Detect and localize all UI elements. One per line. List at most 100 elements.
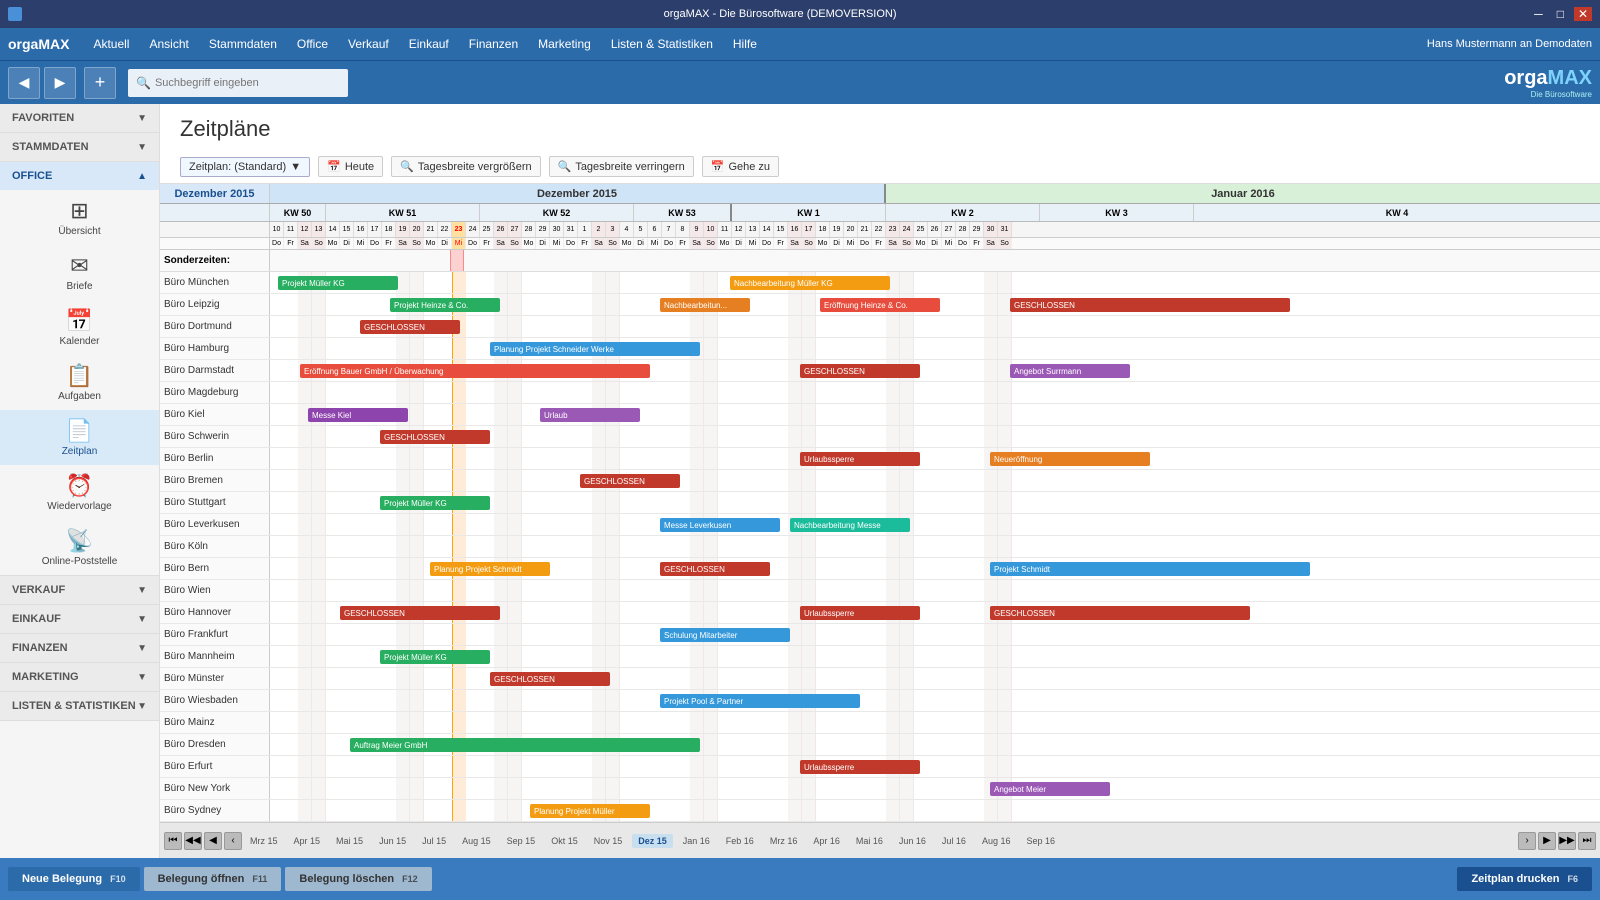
menu-ansicht[interactable]: Ansicht — [139, 33, 198, 55]
gantt-bar[interactable]: Eröffnung Heinze & Co. — [820, 298, 940, 312]
sidebar-header-verkauf[interactable]: VERKAUF ▼ — [0, 576, 159, 604]
scroll-next-many-btn[interactable]: ▶▶ — [1558, 832, 1576, 850]
gantt-bar[interactable]: Eröffnung Bauer GmbH / Überwachung — [300, 364, 650, 378]
menu-aktuell[interactable]: Aktuell — [83, 33, 139, 55]
day-header-cell: 12 — [298, 222, 312, 237]
belegung-oeffnen-button[interactable]: Belegung öffnen F11 — [144, 867, 282, 891]
sidebar-item-wiedervorlage[interactable]: ⏰ Wiedervorlage — [0, 465, 159, 520]
gantt-scrollbar[interactable]: ⏮ ◀◀ ◀ ‹ Mrz 15 Apr 15 Mai 15 Jun 15 Jul… — [160, 822, 1600, 858]
gantt-bar[interactable]: Planung Projekt Schneider Werke — [490, 342, 700, 356]
gantt-bar[interactable]: Urlaubssperre — [800, 452, 920, 466]
sidebar-header-finanzen[interactable]: FINANZEN ▼ — [0, 634, 159, 662]
gantt-container[interactable]: Dezember 2015 Dezember 2015 Januar 2016 — [160, 184, 1600, 822]
sidebar-item-online-poststelle[interactable]: 📡 Online-Poststelle — [0, 520, 159, 575]
gantt-bar[interactable]: Angebot Surrmann — [1010, 364, 1130, 378]
gantt-bar[interactable]: Urlaub — [540, 408, 640, 422]
add-button[interactable]: + — [84, 67, 116, 99]
gantt-bar[interactable]: Planung Projekt Müller — [530, 804, 650, 818]
sidebar-header-office[interactable]: OFFICE ▲ — [0, 162, 159, 190]
sidebar-header-marketing[interactable]: MARKETING ▼ — [0, 663, 159, 691]
dow-header-cell: Sa — [984, 238, 998, 249]
gantt-bar[interactable]: Urlaubssperre — [800, 606, 920, 620]
sidebar-header-einkauf[interactable]: EINKAUF ▼ — [0, 605, 159, 633]
gantt-bar[interactable]: Auftrag Meier GmbH — [350, 738, 700, 752]
scroll-first-btn[interactable]: ⏮ — [164, 832, 182, 850]
heute-button[interactable]: 📅 Heute — [318, 156, 383, 177]
heute-label: Heute — [345, 161, 374, 173]
zoom-out-button[interactable]: 🔍 Tagesbreite verringern — [549, 156, 694, 177]
sidebar-item-kalender[interactable]: 📅 Kalender — [0, 300, 159, 355]
menu-listen[interactable]: Listen & Statistiken — [601, 33, 723, 55]
gantt-bar[interactable]: GESCHLOSSEN — [490, 672, 610, 686]
sidebar-header-favoriten[interactable]: FAVORITEN ▼ — [0, 104, 159, 132]
scroll-prev-many-btn[interactable]: ◀◀ — [184, 832, 202, 850]
day-header-cell: 12 — [732, 222, 746, 237]
gantt-bar[interactable]: GESCHLOSSEN — [660, 562, 770, 576]
scroll-next-small-btn[interactable]: › — [1518, 832, 1536, 850]
menu-stammdaten[interactable]: Stammdaten — [199, 33, 287, 55]
gantt-bar[interactable]: Planung Projekt Schmidt — [430, 562, 550, 576]
gantt-bar[interactable]: Projekt Müller KG — [278, 276, 398, 290]
menu-verkauf[interactable]: Verkauf — [338, 33, 399, 55]
gantt-bar[interactable]: GESCHLOSSEN — [380, 430, 490, 444]
dow-header-cell: Do — [858, 238, 872, 249]
gantt-bar[interactable]: Projekt Schmidt — [990, 562, 1310, 576]
close-btn[interactable]: ✕ — [1574, 7, 1592, 21]
gantt-bar[interactable]: Nachbearbeitung Messe — [790, 518, 910, 532]
sidebar-header-stammdaten[interactable]: STAMMDATEN ▼ — [0, 133, 159, 161]
sidebar-header-listen[interactable]: LISTEN & STATISTIKEN ▼ — [0, 692, 159, 720]
belegung-loeschen-button[interactable]: Belegung löschen F12 — [285, 867, 431, 891]
gantt-bar[interactable]: GESCHLOSSEN — [800, 364, 920, 378]
sidebar-item-aufgaben[interactable]: 📋 Aufgaben — [0, 355, 159, 410]
forward-button[interactable]: ▶ — [44, 67, 76, 99]
gantt-bar[interactable]: Projekt Müller KG — [380, 496, 490, 510]
gantt-bar[interactable]: Projekt Pool & Partner — [660, 694, 860, 708]
zeitplan-drucken-button[interactable]: Zeitplan drucken F6 — [1457, 867, 1592, 891]
scroll-next-btn[interactable]: ▶ — [1538, 832, 1556, 850]
search-input[interactable] — [155, 77, 335, 89]
gantt-bar[interactable]: Nachbearbeitung Müller KG — [730, 276, 890, 290]
menu-hilfe[interactable]: Hilfe — [723, 33, 767, 55]
brand-logo[interactable]: orgaMAX — [8, 36, 69, 52]
neue-belegung-button[interactable]: Neue Belegung F10 — [8, 867, 140, 891]
uebersicht-icon: ⊞ — [70, 198, 88, 224]
sonderzeiten-label: Sonderzeiten: — [160, 250, 270, 271]
gantt-bar[interactable]: Schulung Mitarbeiter — [660, 628, 790, 642]
scroll-last-btn[interactable]: ⏭ — [1578, 832, 1596, 850]
sidebar-item-zeitplan[interactable]: 📄 Zeitplan — [0, 410, 159, 465]
back-button[interactable]: ◀ — [8, 67, 40, 99]
gantt-bar[interactable]: Projekt Müller KG — [380, 650, 490, 664]
dow-header-cell: So — [312, 238, 326, 249]
gantt-bar[interactable]: Urlaubssperre — [800, 760, 920, 774]
day-header-cell: 16 — [788, 222, 802, 237]
zeitplan-select[interactable]: Zeitplan: (Standard) ▼ — [180, 157, 310, 177]
gantt-bar[interactable]: GESCHLOSSEN — [1010, 298, 1290, 312]
maximize-btn[interactable]: □ — [1553, 7, 1568, 21]
menu-office[interactable]: Office — [287, 33, 338, 55]
day-header-cell: 10 — [270, 222, 284, 237]
gantt-bar[interactable]: Projekt Heinze & Co. — [390, 298, 500, 312]
menu-marketing[interactable]: Marketing — [528, 33, 601, 55]
gantt-bar[interactable]: GESCHLOSSEN — [340, 606, 500, 620]
kw51: KW 51 — [326, 204, 480, 221]
sidebar-item-uebersicht[interactable]: ⊞ Übersicht — [0, 190, 159, 245]
menu-finanzen[interactable]: Finanzen — [459, 33, 528, 55]
scroll-prev-small-btn[interactable]: ‹ — [224, 832, 242, 850]
gantt-bar[interactable]: GESCHLOSSEN — [990, 606, 1250, 620]
dow-header-cell: Do — [270, 238, 284, 249]
gantt-bar[interactable]: GESCHLOSSEN — [360, 320, 460, 334]
gantt-bar[interactable]: GESCHLOSSEN — [580, 474, 680, 488]
gantt-bar[interactable]: Angebot Meier — [990, 782, 1110, 796]
sidebar-item-briefe[interactable]: ✉ Briefe — [0, 245, 159, 300]
minimize-btn[interactable]: ─ — [1530, 7, 1547, 21]
day-header-cell: 18 — [816, 222, 830, 237]
zoom-in-button[interactable]: 🔍 Tagesbreite vergrößern — [391, 156, 540, 177]
gantt-bar[interactable]: Messe Leverkusen — [660, 518, 780, 532]
goto-button[interactable]: 📅 Gehe zu — [702, 156, 779, 177]
gantt-bar[interactable]: Neueröffnung — [990, 452, 1150, 466]
menu-einkauf[interactable]: Einkauf — [399, 33, 459, 55]
scroll-prev-btn[interactable]: ◀ — [204, 832, 222, 850]
gantt-bar[interactable]: Messe Kiel — [308, 408, 408, 422]
gantt-bar[interactable]: Nachbearbeitun... — [660, 298, 750, 312]
uebersicht-label: Übersicht — [58, 226, 100, 237]
